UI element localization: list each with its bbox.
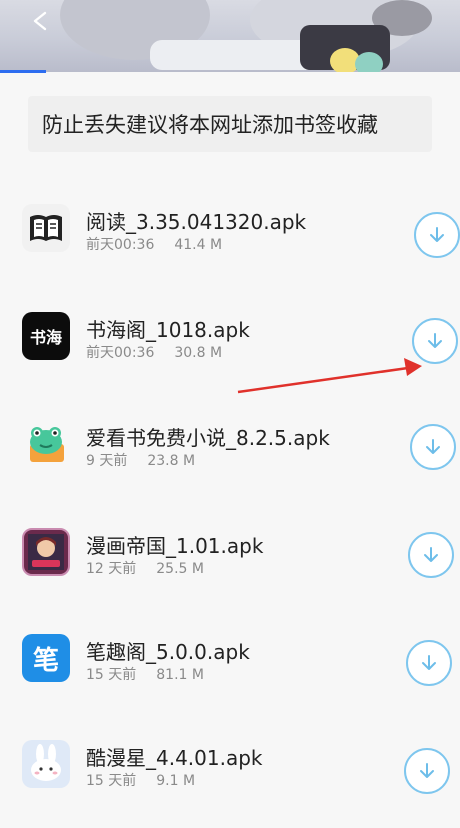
page-progress-bar (0, 70, 460, 73)
download-arrow-icon (430, 227, 444, 242)
app-date: 前天00:36 (86, 345, 155, 361)
bunny-icon (22, 740, 70, 788)
app-date: 12 天前 (86, 561, 137, 577)
book-icon (22, 204, 70, 252)
app-date: 9 天前 (86, 453, 128, 469)
download-button[interactable] (414, 212, 460, 258)
app-name: 酷漫星_4.4.01.apk (86, 746, 263, 770)
app-meta: 前天00:36 41.4 M (86, 234, 222, 254)
biquge-logo-icon: 笔 (22, 634, 70, 682)
app-meta: 12 天前 25.5 M (86, 558, 204, 578)
page-progress-fill (0, 70, 46, 73)
frog-book-icon (22, 420, 70, 468)
list-item[interactable]: 爱看书免费小说_8.2.5.apk 9 天前 23.8 M (0, 406, 460, 506)
download-arrow-icon (426, 439, 440, 454)
app-name: 阅读_3.35.041320.apk (86, 210, 307, 234)
download-arrow-icon (428, 333, 442, 348)
back-arrow-icon[interactable] (30, 10, 52, 32)
download-arrow-icon (424, 547, 438, 562)
app-size: 9.1 M (156, 773, 196, 789)
download-button[interactable] (406, 640, 452, 686)
manga-icon (22, 528, 70, 576)
app-date: 15 天前 (86, 773, 137, 789)
shuhai-logo-icon: 书海 (22, 312, 70, 360)
app-size: 41.4 M (174, 237, 223, 253)
bookmark-notice-text: 防止丢失建议将本网址添加书签收藏 (42, 113, 378, 137)
list-item[interactable]: 笔 笔趣阁_5.0.0.apk 15 天前 81.1 M (0, 622, 460, 722)
header-banner (0, 0, 460, 72)
list-item[interactable]: 阅读_3.35.041320.apk 前天00:36 41.4 M (0, 190, 460, 290)
app-size: 81.1 M (156, 667, 204, 683)
app-meta: 9 天前 23.8 M (86, 450, 195, 470)
download-arrow-icon (422, 655, 436, 670)
download-button[interactable] (412, 318, 458, 364)
app-name: 漫画帝国_1.01.apk (86, 534, 264, 558)
bookmark-notice: 防止丢失建议将本网址添加书签收藏 (28, 96, 432, 152)
app-date: 15 天前 (86, 667, 137, 683)
app-name: 爱看书免费小说_8.2.5.apk (86, 426, 330, 450)
download-arrow-icon (420, 763, 434, 778)
app-name: 书海阁_1018.apk (86, 318, 250, 342)
app-meta: 15 天前 9.1 M (86, 770, 195, 790)
app-name: 笔趣阁_5.0.0.apk (86, 640, 250, 664)
app-size: 25.5 M (156, 561, 204, 577)
download-button[interactable] (410, 424, 456, 470)
app-size: 30.8 M (174, 345, 223, 361)
list-item[interactable]: 漫画帝国_1.01.apk 12 天前 25.5 M (0, 514, 460, 614)
download-button[interactable] (408, 532, 454, 578)
app-size: 23.8 M (147, 453, 196, 469)
list-item[interactable]: 酷漫星_4.4.01.apk 15 天前 9.1 M (0, 728, 460, 828)
download-button[interactable] (404, 748, 450, 794)
app-meta: 前天00:36 30.8 M (86, 342, 222, 362)
app-date: 前天00:36 (86, 237, 155, 253)
banner-art-shape (355, 52, 383, 72)
list-item[interactable]: 书海 书海阁_1018.apk 前天00:36 30.8 M (0, 298, 460, 398)
app-meta: 15 天前 81.1 M (86, 664, 204, 684)
